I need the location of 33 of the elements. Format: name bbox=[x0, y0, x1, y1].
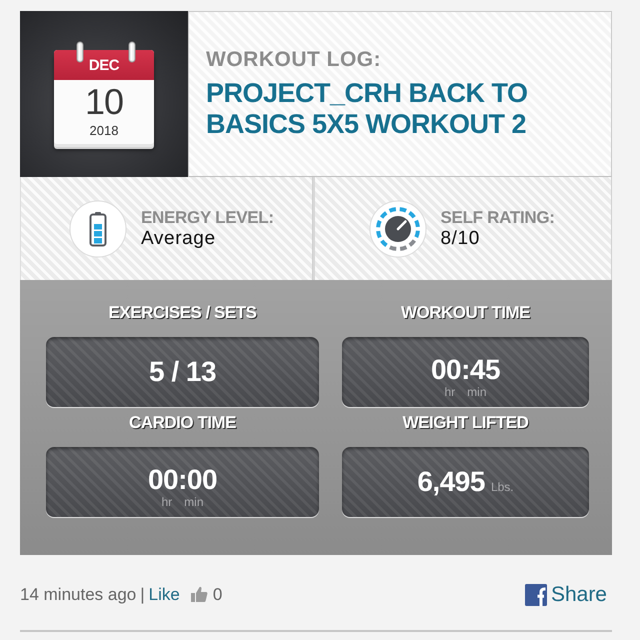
unit-label: hr bbox=[444, 385, 456, 399]
stat-value: 5 / 13 bbox=[148, 357, 216, 387]
separator: | bbox=[140, 585, 145, 605]
stat-label: CARDIO TIME bbox=[129, 412, 236, 434]
battery-icon bbox=[69, 200, 127, 258]
month-label: DEC bbox=[54, 50, 154, 80]
stat-value: 6,495 bbox=[417, 467, 485, 497]
stat-label: WEIGHT LIFTED bbox=[402, 412, 528, 434]
unit-label: min bbox=[184, 495, 204, 509]
rating-label: ENERGY LEVEL: bbox=[141, 208, 274, 228]
like-link[interactable]: Like bbox=[148, 585, 180, 605]
stat-label: EXERCISES / SETS bbox=[108, 302, 256, 324]
share-button[interactable]: Share bbox=[524, 583, 607, 607]
rating-label: SELF RATING: bbox=[440, 208, 555, 228]
day-label: 10 bbox=[84, 84, 124, 120]
stat-value: 00:00 bbox=[148, 465, 218, 495]
facebook-icon bbox=[524, 584, 547, 606]
workout-title: PROJECT_CRH BACK TO BASICS 5X5 WORKOUT 2 bbox=[206, 78, 529, 140]
unit-label: hr bbox=[161, 495, 172, 509]
ring-icon bbox=[76, 41, 84, 63]
log-heading: WORKOUT LOG: bbox=[206, 47, 382, 73]
stat-label: WORKOUT TIME bbox=[400, 302, 530, 324]
unit-label: Lbs. bbox=[490, 480, 514, 494]
thumbs-up-icon bbox=[190, 585, 208, 603]
dial-icon bbox=[368, 200, 426, 258]
post-time: 14 minutes ago bbox=[20, 585, 136, 605]
year-label: 2018 bbox=[90, 123, 118, 139]
stat-value: 00:45 bbox=[430, 355, 500, 385]
unit-label: min bbox=[467, 385, 486, 399]
rating-value: Average bbox=[141, 228, 217, 250]
ring-icon bbox=[128, 41, 136, 63]
rating-value: 8/10 bbox=[440, 228, 481, 250]
like-count: 0 bbox=[212, 585, 222, 605]
